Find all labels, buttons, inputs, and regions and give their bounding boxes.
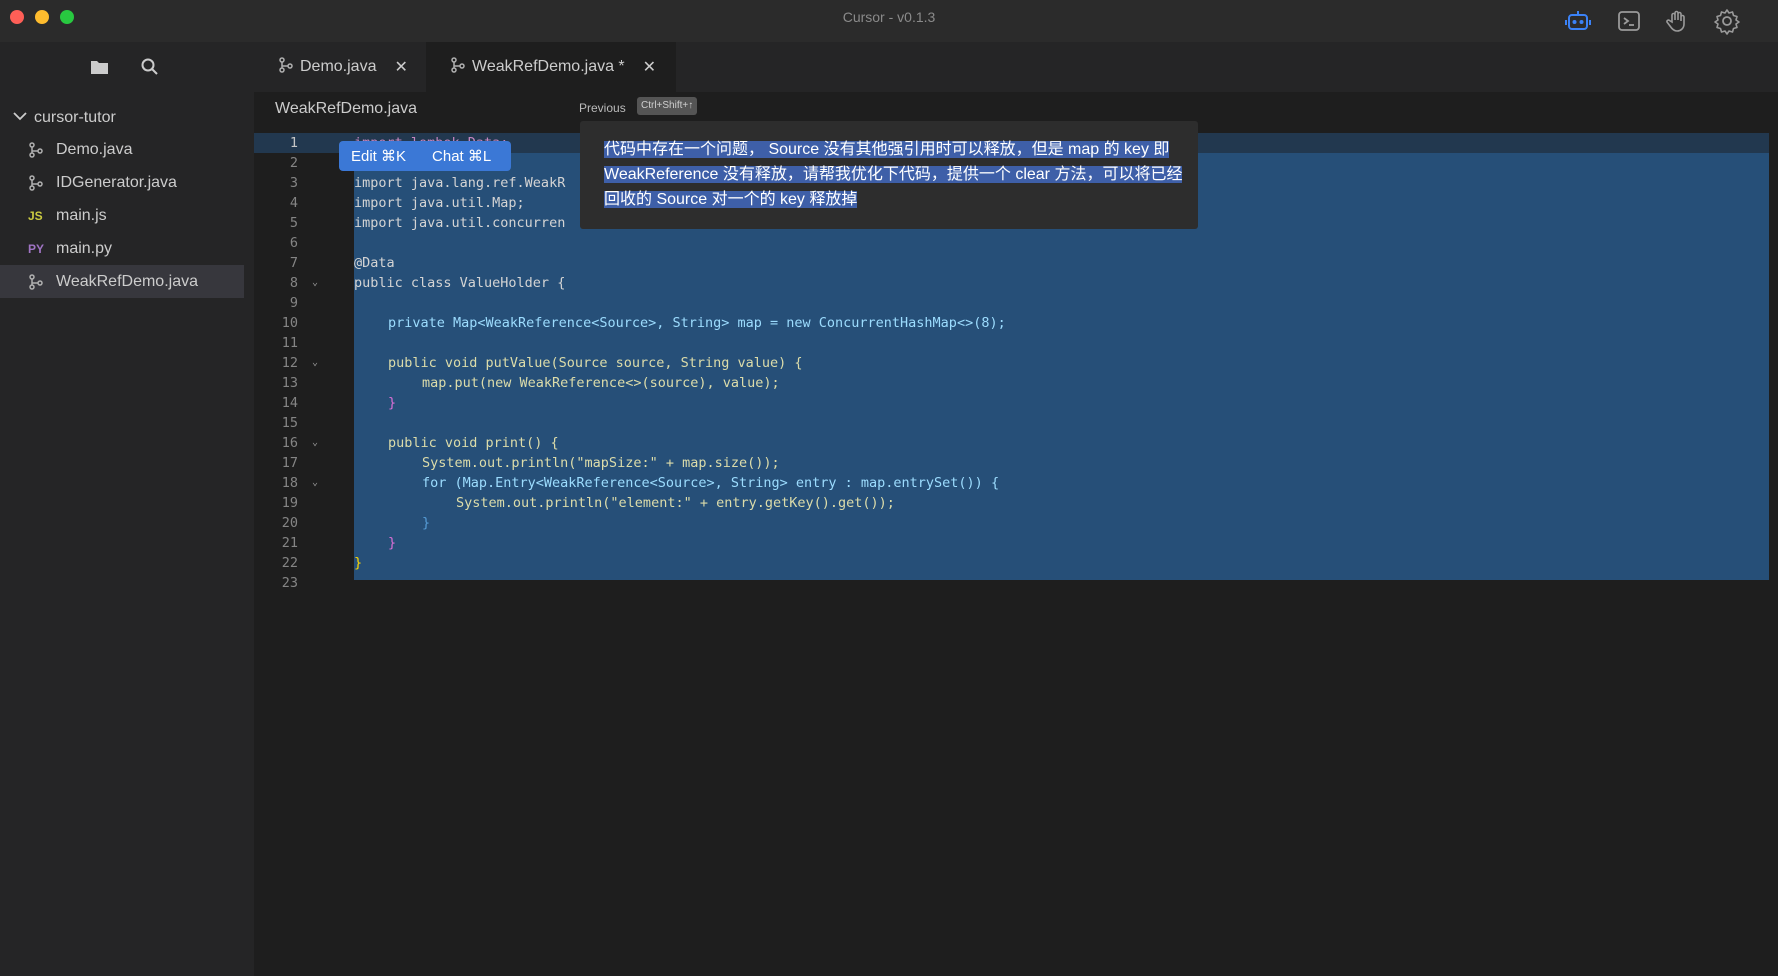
java-file-icon — [450, 56, 466, 78]
js-file-icon: JS — [28, 208, 43, 223]
tab-label: WeakRefDemo.java * — [472, 58, 625, 75]
previous-shortcut-badge: Ctrl+Shift+↑ — [637, 97, 698, 115]
chat-button[interactable]: Chat ⌘L — [406, 147, 491, 165]
file-item-main-py[interactable]: PY main.py — [0, 232, 244, 265]
python-file-icon: PY — [28, 241, 45, 256]
folder-icon[interactable] — [89, 56, 111, 78]
prompt-input-box[interactable]: 代码中存在一个问题， Source 没有其他强引用时可以释放，但是 map 的 … — [580, 121, 1198, 229]
file-item-main-js[interactable]: JS main.js — [0, 199, 244, 232]
prompt-text[interactable]: 代码中存在一个问题， Source 没有其他强引用时可以释放，但是 map 的 … — [604, 137, 1184, 212]
code-line: 19 System.out.println("element:" + entry.… — [281, 495, 895, 511]
robot-icon[interactable] — [1563, 6, 1593, 36]
terminal-icon[interactable] — [1614, 6, 1644, 36]
code-line: 22} — [281, 555, 363, 571]
breadcrumb[interactable]: WeakRefDemo.java — [275, 100, 417, 118]
code-line: 6 — [289, 235, 298, 251]
tree-root-folder[interactable]: cursor-tutor — [12, 106, 116, 130]
file-label: IDGenerator.java — [56, 173, 177, 191]
sidebar: cursor-tutor Demo.java IDGenerator.java … — [0, 42, 254, 976]
gear-icon[interactable] — [1712, 6, 1742, 36]
edit-button[interactable]: Edit ⌘K — [339, 147, 406, 165]
file-label: main.py — [56, 239, 113, 257]
hand-icon[interactable] — [1663, 6, 1693, 36]
java-file-icon — [28, 273, 50, 290]
chevron-down-icon — [12, 109, 28, 127]
title-bar: Cursor - v0.1.3 — [0, 0, 1778, 42]
tab-bar: Demo.java ✕ WeakRefDemo.java * ✕ — [254, 42, 1778, 92]
code-line: 15 — [281, 415, 298, 431]
code-line: 7 @Data — [289, 255, 395, 271]
code-line: 23 — [281, 575, 298, 591]
file-label: main.js — [56, 206, 107, 224]
code-line: 8 ⌄ public class ValueHolder { — [289, 273, 566, 293]
code-line: 16 ⌄ public void print() { — [281, 433, 559, 453]
file-item-idgenerator-java[interactable]: IDGenerator.java — [0, 166, 244, 199]
java-file-icon — [28, 174, 50, 191]
close-icon[interactable]: ✕ — [643, 57, 656, 77]
fold-chevron-icon[interactable]: ⌄ — [312, 433, 318, 453]
tab-demo-java[interactable]: Demo.java ✕ — [254, 42, 426, 92]
tree-root-label: cursor-tutor — [34, 109, 116, 126]
fold-chevron-icon[interactable]: ⌄ — [312, 353, 318, 373]
code-line: 12 ⌄ public void putValue(Source source, S… — [281, 353, 803, 373]
previous-prompt-label[interactable]: Previous — [579, 101, 626, 115]
code-line: 11 — [281, 335, 298, 351]
code-line: 9 — [289, 295, 298, 311]
code-line: 21} — [281, 535, 397, 551]
fold-chevron-icon[interactable]: ⌄ — [312, 473, 318, 493]
search-icon[interactable] — [139, 56, 161, 78]
fold-chevron-icon[interactable]: ⌄ — [312, 273, 318, 293]
tab-label: Demo.java — [300, 58, 377, 75]
file-label: WeakRefDemo.java — [56, 272, 198, 290]
close-icon[interactable]: ✕ — [394, 57, 407, 77]
code-line: 20} — [281, 515, 431, 531]
file-item-weakrefdemo-java[interactable]: WeakRefDemo.java — [0, 265, 244, 298]
code-line: 17 System.out.println("mapSize:" + map.si… — [281, 455, 780, 471]
file-label: Demo.java — [56, 140, 133, 158]
code-line: 13 map.put(new WeakReference<>(source), v… — [281, 375, 780, 391]
code-line: 10 private Map<WeakReference<Source>, Str… — [281, 315, 1006, 331]
java-file-icon — [28, 141, 50, 158]
window-title: Cursor - v0.1.3 — [842, 9, 936, 25]
tab-weakrefdemo-java[interactable]: WeakRefDemo.java * ✕ — [426, 42, 676, 92]
code-line: 14} — [281, 395, 397, 411]
java-file-icon — [278, 56, 294, 78]
edit-chat-popup: Edit ⌘K Chat ⌘L — [339, 141, 511, 171]
file-item-demo-java[interactable]: Demo.java — [0, 133, 244, 166]
code-line: 18 ⌄ for (Map.Entry<WeakReference<Source>,… — [281, 473, 1000, 493]
